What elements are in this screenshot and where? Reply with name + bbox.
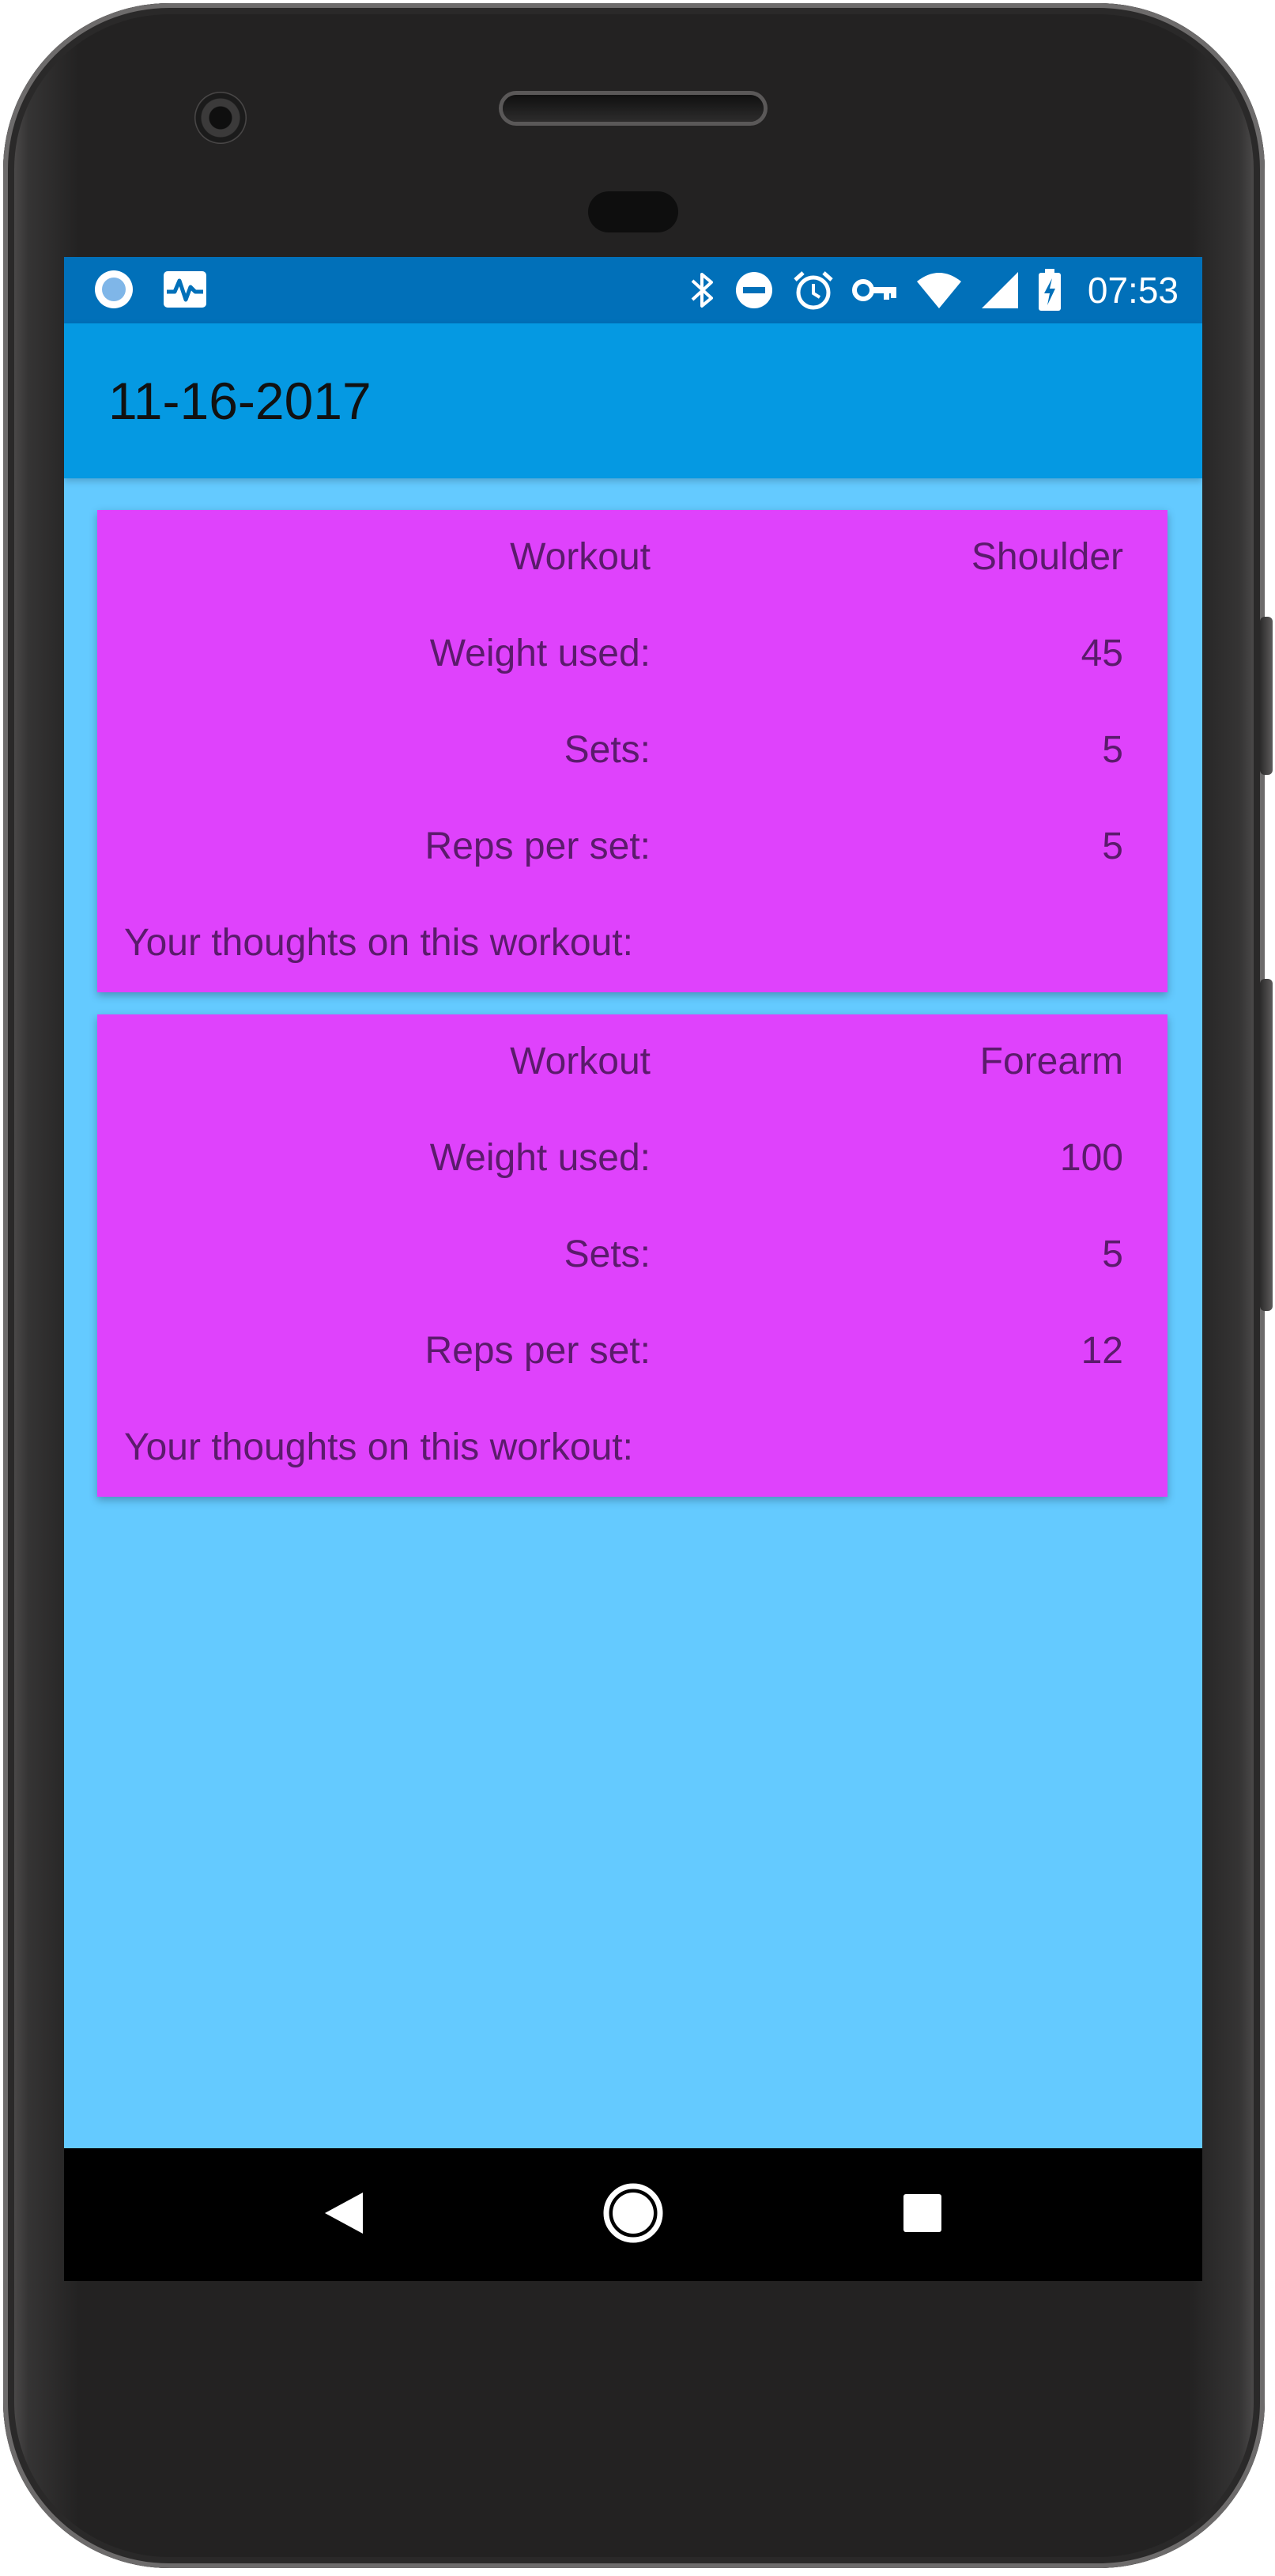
pulse-monitor-icon: [162, 270, 208, 309]
workout-label: Workout: [510, 536, 651, 578]
weight-row: Weight used: 100: [97, 1136, 1167, 1199]
status-left-icons: [92, 268, 208, 311]
reps-label: Reps per set:: [424, 1330, 651, 1372]
back-icon: [322, 2189, 366, 2241]
weight-label: Weight used:: [429, 1137, 651, 1179]
back-button[interactable]: [311, 2181, 377, 2248]
workout-list: Workout Shoulder Weight used: 45 Sets: 5…: [64, 478, 1202, 2148]
home-button[interactable]: [600, 2181, 666, 2248]
home-icon: [602, 2181, 665, 2249]
thoughts-label: Your thoughts on this workout:: [124, 1426, 633, 1468]
sets-value: 5: [1102, 1233, 1123, 1275]
weight-value: 45: [1081, 633, 1123, 674]
workout-card[interactable]: Workout Forearm Weight used: 100 Sets: 5…: [97, 1014, 1167, 1497]
status-bar: 07:53: [64, 257, 1202, 323]
reps-value: 5: [1102, 825, 1123, 867]
do-not-disturb-icon: [734, 270, 775, 311]
sets-value: 5: [1102, 729, 1123, 771]
workout-card[interactable]: Workout Shoulder Weight used: 45 Sets: 5…: [97, 510, 1167, 992]
reps-value: 12: [1081, 1330, 1123, 1372]
wifi-icon: [915, 270, 963, 310]
proximity-sensor: [588, 191, 678, 232]
workout-value: Forearm: [979, 1041, 1123, 1082]
workout-row: Workout Shoulder: [97, 535, 1167, 599]
vpn-key-icon: [851, 274, 898, 306]
weight-value: 100: [1059, 1137, 1123, 1179]
bluetooth-icon: [689, 270, 716, 311]
reps-row: Reps per set: 5: [97, 825, 1167, 888]
earpiece-speaker: [503, 95, 764, 122]
alarm-icon: [792, 269, 835, 312]
power-button: [1260, 617, 1273, 775]
workout-row: Workout Forearm: [97, 1040, 1167, 1103]
sets-label: Sets:: [564, 1233, 651, 1275]
volume-button: [1260, 979, 1273, 1311]
workout-label: Workout: [510, 1041, 651, 1082]
reps-row: Reps per set: 12: [97, 1329, 1167, 1392]
recents-icon: [900, 2191, 945, 2239]
status-time: 07:53: [1087, 270, 1179, 311]
sets-row: Sets: 5: [97, 728, 1167, 791]
navigation-bar: [64, 2148, 1202, 2281]
app-circle-icon: [92, 268, 135, 311]
cell-signal-icon: [980, 270, 1020, 310]
reps-label: Reps per set:: [424, 825, 651, 867]
thoughts-label: Your thoughts on this workout:: [124, 922, 633, 964]
recents-button[interactable]: [889, 2181, 956, 2248]
sets-row: Sets: 5: [97, 1233, 1167, 1296]
page-title: 11-16-2017: [108, 372, 372, 430]
front-camera: [194, 92, 247, 144]
sets-label: Sets:: [564, 729, 651, 771]
weight-row: Weight used: 45: [97, 632, 1167, 695]
app-bar: 11-16-2017: [64, 323, 1202, 478]
status-right-icons: 07:53: [689, 265, 1179, 315]
screen: 07:53 11-16-2017 Workout Shoulder Weight…: [64, 257, 1202, 2281]
workout-value: Shoulder: [971, 536, 1123, 578]
battery-charging-icon: [1037, 269, 1062, 312]
weight-label: Weight used:: [429, 633, 651, 674]
